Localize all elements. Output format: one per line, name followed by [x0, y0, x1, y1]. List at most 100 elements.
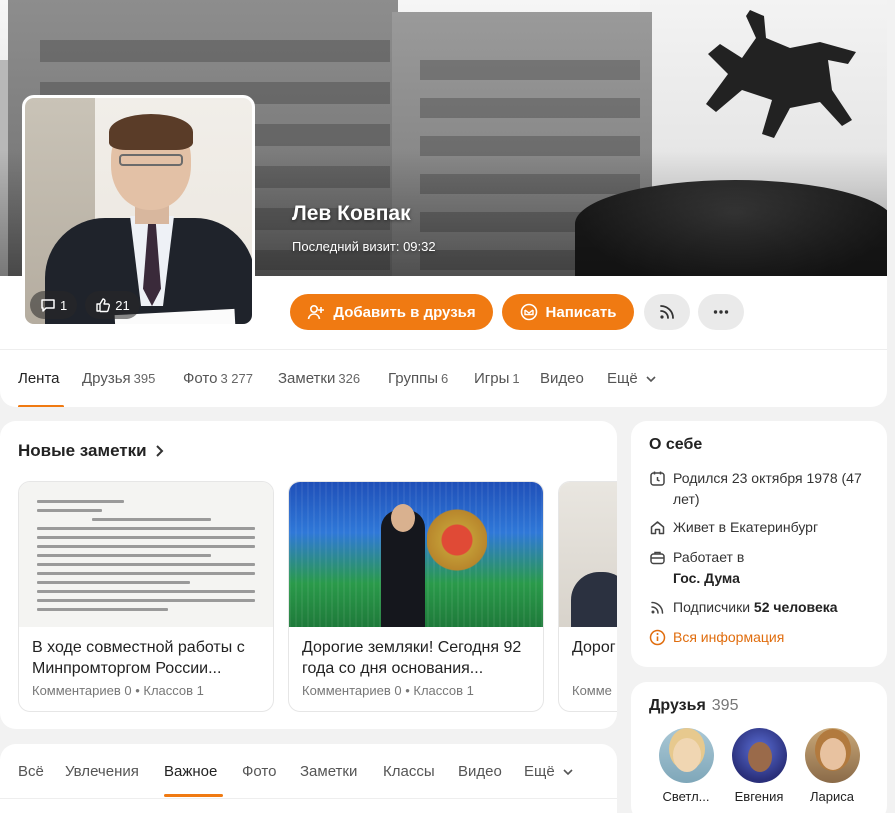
new-notes-header[interactable]: Новые заметки: [18, 441, 165, 461]
note-title: Дорог вас со: [572, 639, 617, 656]
note-image: [559, 482, 617, 627]
tab-games[interactable]: Игры 1: [474, 370, 520, 387]
note-image: [289, 482, 543, 627]
avatar-comments-count: 1: [60, 297, 68, 313]
feed-tab-klass[interactable]: Классы: [383, 763, 435, 780]
tab-groups[interactable]: Группы 6: [388, 370, 448, 387]
calendar-icon: [650, 471, 665, 486]
friend-name: Евгения: [734, 789, 784, 804]
new-notes-card: Новые заметки В ходе совместной работы с…: [0, 421, 617, 729]
tab-count: 6: [440, 371, 449, 386]
friend-item[interactable]: Евгения: [724, 728, 794, 804]
about-subscribers-prefix: Подписчики: [673, 599, 751, 615]
tab-count: 326: [338, 371, 361, 386]
note-card[interactable]: В ходе совместной работы с Минпромторгом…: [18, 481, 274, 712]
about-lives: Живет в Екатеринбург: [649, 517, 818, 538]
feed-filter-card: Всё Увлечения Важное Фото Заметки Классы…: [0, 744, 617, 813]
add-friend-button[interactable]: Добавить в друзья: [290, 294, 493, 330]
note-card[interactable]: Дорог вас со Комме: [558, 481, 617, 712]
chevron-right-icon: [155, 445, 164, 457]
tab-label: Ещё: [607, 370, 638, 387]
feed-tab-hobbies[interactable]: Увлечения: [65, 763, 139, 780]
briefcase-icon: [650, 551, 665, 565]
tab-label: Фото: [183, 370, 218, 387]
avatar-likes-count: 21: [115, 297, 130, 313]
thumbs-up-icon: [96, 298, 111, 313]
friend-avatar: [804, 728, 860, 783]
feed-tab-more-label: Ещё: [524, 763, 555, 780]
about-title: О себе: [649, 436, 703, 453]
about-lives-text: Живет в Екатеринбург: [673, 519, 819, 535]
about-subscribers[interactable]: Подписчики 52 человека: [649, 597, 838, 618]
message-button[interactable]: Написать: [502, 294, 634, 330]
tab-label: Игры: [474, 370, 510, 387]
all-info-link[interactable]: Вся информация: [649, 627, 784, 648]
add-friend-label: Добавить в друзья: [333, 303, 476, 321]
active-tab-indicator: [18, 405, 64, 407]
chevron-down-icon: [563, 769, 573, 776]
tab-feed[interactable]: Лента: [18, 370, 60, 387]
message-label: Написать: [545, 303, 617, 321]
note-title: Дорогие земляки! Сегодня 92 года со дня …: [302, 639, 522, 677]
tab-count: 395: [133, 371, 156, 386]
tab-video[interactable]: Видео: [540, 370, 584, 387]
chevron-down-icon: [646, 376, 656, 383]
more-button[interactable]: [698, 294, 744, 330]
profile-name: Лев Ковпак: [292, 202, 411, 225]
tab-label: Видео: [540, 370, 584, 387]
note-title: В ходе совместной работы с Минпромторгом…: [32, 639, 245, 677]
tab-friends[interactable]: Друзья 395: [82, 370, 155, 387]
add-user-icon: [308, 304, 325, 320]
rss-icon: [660, 305, 674, 319]
friends-count: 395: [711, 697, 739, 714]
about-subscribers-count: 52 человека: [753, 599, 838, 615]
friend-avatar: [658, 728, 714, 783]
comment-icon: [41, 299, 55, 312]
about-work-prefix: Работает в: [673, 549, 745, 565]
new-notes-title: Новые заметки: [18, 441, 147, 460]
feed-tab-all[interactable]: Всё: [18, 763, 44, 780]
friends-card: Друзья 395 Светл... Евгения Лариса: [631, 682, 887, 813]
info-icon: [649, 629, 666, 646]
tab-count: 1: [512, 371, 520, 386]
tab-label: Лента: [18, 370, 60, 387]
feed-tab-more[interactable]: Ещё: [524, 763, 574, 780]
tab-label: Заметки: [278, 370, 336, 387]
feed-tab-important[interactable]: Важное: [164, 763, 217, 780]
about-work-place[interactable]: Гос. Дума: [673, 570, 740, 586]
avatar-stats: 1 21: [30, 291, 140, 319]
about-born-text: Родился 23 октября 1978 (47 лет): [673, 470, 862, 507]
feed-tab-photos[interactable]: Фото: [242, 763, 276, 780]
note-meta: Комментариев 0 • Классов 1: [302, 683, 474, 698]
friend-item[interactable]: Лариса: [797, 728, 867, 804]
friends-header[interactable]: Друзья 395: [649, 697, 738, 715]
about-born: Родился 23 октября 1978 (47 лет): [649, 468, 874, 510]
note-image: [19, 482, 273, 627]
all-info-label: Вся информация: [673, 629, 785, 645]
tab-label: Группы: [388, 370, 438, 387]
note-meta: Комментариев 0 • Классов 1: [32, 683, 204, 698]
about-card: О себе Родился 23 октября 1978 (47 лет) …: [631, 421, 887, 667]
tab-label: Друзья: [82, 370, 131, 387]
active-feed-tab-indicator: [164, 794, 223, 797]
profile-card: 1 21 Лев Ковпак Последний визит: 09:32 Д…: [0, 0, 887, 407]
divider: [0, 798, 617, 799]
profile-tabs: Лента Друзья 395 Фото 3 277 Заметки 326 Гру…: [0, 349, 887, 407]
friends-title: Друзья: [649, 697, 706, 714]
feed-tab-video[interactable]: Видео: [458, 763, 502, 780]
tab-notes[interactable]: Заметки 326: [278, 370, 360, 387]
tab-count: 3 277: [220, 371, 254, 386]
friend-item[interactable]: Светл...: [651, 728, 721, 804]
avatar-likes[interactable]: 21: [85, 291, 140, 319]
friend-name: Светл...: [662, 789, 710, 804]
friend-avatar: [731, 728, 787, 783]
avatar-comments[interactable]: 1: [30, 291, 78, 319]
tab-more[interactable]: Ещё: [607, 370, 657, 387]
about-work: Работает в Гос. Дума: [649, 547, 744, 589]
last-visit: Последний визит: 09:32: [292, 239, 436, 254]
tab-photos[interactable]: Фото 3 277: [183, 370, 253, 387]
subscribe-button[interactable]: [644, 294, 690, 330]
note-meta: Комме: [572, 683, 612, 698]
feed-tab-notes[interactable]: Заметки: [300, 763, 357, 780]
note-card[interactable]: Дорогие земляки! Сегодня 92 года со дня …: [288, 481, 544, 712]
